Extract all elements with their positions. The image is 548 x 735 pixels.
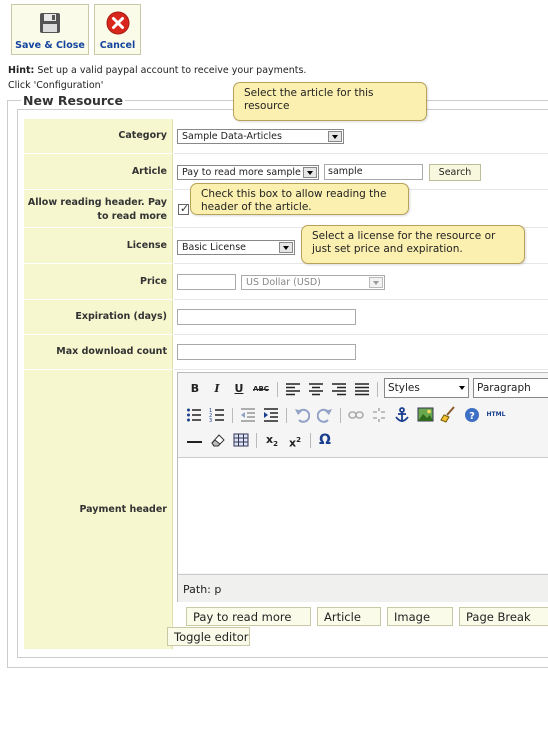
chevron-down-icon — [369, 277, 383, 288]
strikethrough-button[interactable]: ABC — [252, 381, 270, 398]
cleanup-icon[interactable] — [440, 406, 457, 423]
article-select[interactable]: Pay to read more sample — [177, 165, 319, 180]
superscript-button[interactable]: x2 — [286, 432, 304, 450]
chevron-down-icon — [279, 242, 293, 253]
toolbar-separator — [277, 382, 278, 397]
bullet-list-icon[interactable] — [186, 407, 202, 423]
checkbox-tooltip: Check this box to allow reading the head… — [190, 183, 409, 215]
save-icon — [40, 13, 60, 33]
editor-content-area[interactable] — [178, 457, 548, 573]
special-character-button[interactable]: Ω — [316, 432, 334, 449]
eraser-icon[interactable] — [210, 432, 226, 448]
article-tooltip: Select the article for this resource — [233, 82, 427, 121]
subscript-button[interactable]: x2 — [263, 432, 281, 449]
horizontal-rule-button[interactable] — [187, 441, 202, 443]
page-break-button[interactable]: Page Break — [459, 607, 548, 626]
svg-text:?: ? — [469, 411, 475, 422]
category-label: Category — [24, 119, 173, 154]
indent-icon[interactable] — [263, 407, 279, 423]
toolbar-separator — [232, 408, 233, 423]
save-close-label: Save & Close — [15, 40, 85, 51]
hint-configuration: Click 'Configuration' — [8, 80, 104, 91]
license-tooltip: Select a license for the resource or jus… — [301, 225, 525, 264]
search-button[interactable]: Search — [429, 164, 481, 181]
unlink-icon[interactable] — [371, 407, 387, 423]
payment-header-label: Payment header — [24, 370, 173, 650]
align-center-icon[interactable] — [308, 382, 324, 396]
article-button[interactable]: Article — [317, 607, 381, 626]
article-label: Article — [24, 154, 173, 190]
help-icon[interactable]: ? — [464, 407, 480, 423]
underline-button[interactable]: U — [230, 381, 248, 398]
html-source-button[interactable]: HTML — [484, 407, 508, 424]
chevron-down-icon — [328, 131, 342, 142]
toolbar-separator — [310, 433, 311, 448]
pay-to-read-more-button[interactable]: Pay to read more — [186, 607, 311, 626]
allow-header-label: Allow reading header. Pay to read more — [24, 190, 173, 228]
save-close-button[interactable]: Save & Close — [11, 4, 89, 55]
outdent-icon[interactable] — [240, 407, 256, 423]
cancel-icon — [106, 11, 129, 35]
align-right-icon[interactable] — [331, 382, 347, 396]
link-icon[interactable] — [348, 407, 364, 423]
currency-select[interactable]: US Dollar (USD) — [241, 275, 385, 290]
chevron-down-icon — [459, 386, 465, 390]
article-search-input[interactable]: sample — [324, 164, 423, 180]
max-download-label: Max download count — [24, 335, 173, 370]
insert-image-icon[interactable] — [417, 406, 434, 423]
toolbar-separator — [286, 408, 287, 423]
toolbar-separator — [377, 382, 378, 397]
styles-select[interactable]: Styles — [384, 378, 469, 398]
svg-text:3: 3 — [209, 418, 212, 423]
italic-button[interactable]: I — [208, 381, 226, 398]
redo-icon[interactable] — [317, 407, 333, 423]
license-label: License — [24, 228, 173, 264]
license-select[interactable]: Basic License — [177, 240, 295, 255]
chevron-down-icon — [303, 167, 317, 178]
hint-text: Hint: Set up a valid paypal account to r… — [8, 65, 307, 76]
toggle-editor-button[interactable]: Toggle editor — [167, 627, 250, 646]
cancel-label: Cancel — [99, 40, 136, 51]
allow-header-checkbox[interactable] — [178, 202, 189, 215]
numbered-list-icon[interactable]: 123 — [209, 407, 225, 423]
price-input[interactable] — [177, 274, 236, 290]
category-select[interactable]: Sample Data-Articles — [177, 129, 344, 144]
editor-path: Path: p — [178, 574, 548, 602]
price-label: Price — [24, 264, 173, 300]
align-left-icon[interactable] — [285, 382, 301, 396]
anchor-icon[interactable] — [394, 407, 410, 423]
format-select[interactable]: Paragraph — [473, 378, 548, 398]
align-justify-icon[interactable] — [354, 382, 370, 396]
max-download-input[interactable] — [177, 344, 356, 360]
table-icon[interactable] — [233, 432, 249, 448]
bold-button[interactable]: B — [186, 381, 204, 398]
toolbar-separator — [256, 433, 257, 448]
image-button[interactable]: Image — [387, 607, 453, 626]
fieldset-legend: New Resource — [21, 93, 125, 108]
expiration-label: Expiration (days) — [24, 300, 173, 335]
cancel-button[interactable]: Cancel — [94, 4, 141, 55]
expiration-input[interactable] — [177, 309, 356, 325]
toolbar-separator — [340, 408, 341, 423]
undo-icon[interactable] — [294, 407, 310, 423]
